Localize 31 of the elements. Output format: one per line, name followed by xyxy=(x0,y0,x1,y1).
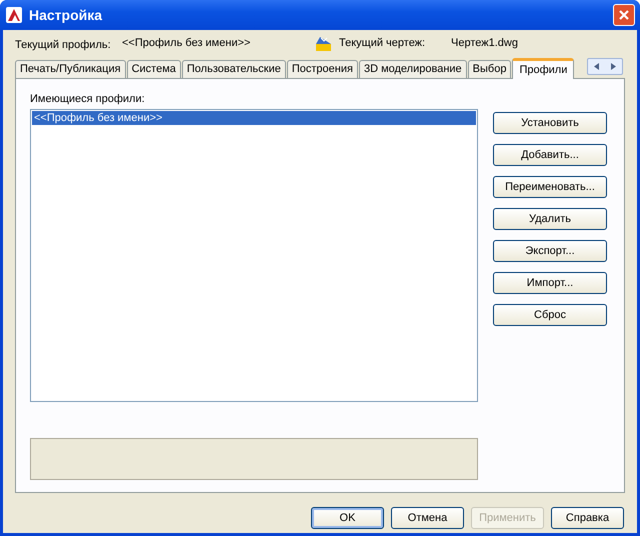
dialog-button[interactable]: Отмена xyxy=(391,507,464,529)
action-button[interactable]: Переименовать... xyxy=(493,176,607,198)
tab[interactable]: Выбор xyxy=(468,60,512,78)
action-button[interactable]: Добавить... xyxy=(493,144,607,166)
tab[interactable]: 3D моделирование xyxy=(358,60,467,78)
profile-list[interactable]: <<Профиль без имени>> xyxy=(30,109,478,402)
dialog-button[interactable]: OK xyxy=(311,507,384,529)
tab[interactable]: Профили xyxy=(512,58,574,79)
dialog-button[interactable]: Справка xyxy=(551,507,624,529)
action-button[interactable]: Удалить xyxy=(493,208,607,230)
action-button[interactable]: Сброс xyxy=(493,304,607,326)
tab[interactable]: Пользовательские xyxy=(182,60,286,78)
right-arrow-icon xyxy=(611,63,616,70)
action-button[interactable]: Экспорт... xyxy=(493,240,607,262)
tab[interactable]: Построения xyxy=(286,60,358,78)
drawing-icon xyxy=(315,34,332,52)
close-button[interactable] xyxy=(613,4,635,26)
action-button[interactable]: Импорт... xyxy=(493,272,607,294)
profile-value: <<Профиль без имени>> xyxy=(122,36,252,51)
drawing-value: Чертеж1.dwg xyxy=(451,36,518,51)
list-item[interactable]: <<Профиль без имени>> xyxy=(32,111,476,125)
close-icon xyxy=(618,9,630,21)
action-button[interactable]: Установить xyxy=(493,112,607,134)
drawing-label: Текущий чертеж: xyxy=(339,36,426,51)
list-label: Имеющиеся профили: xyxy=(30,92,146,107)
tab[interactable]: Система xyxy=(126,60,181,78)
window-title: Настройка xyxy=(29,6,102,25)
profile-label: Текущий профиль: xyxy=(15,38,112,53)
left-arrow-icon xyxy=(594,63,599,70)
app-logo-icon xyxy=(5,6,23,24)
tab[interactable]: Печать/Публикация xyxy=(15,60,126,78)
